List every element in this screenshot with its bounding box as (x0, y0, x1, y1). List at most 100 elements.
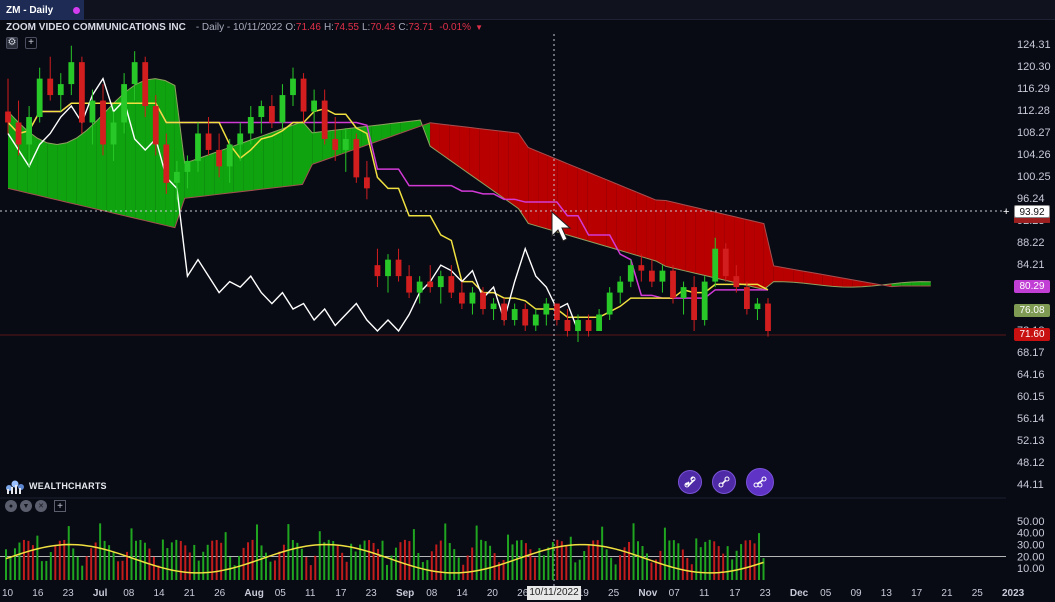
link-tool-icon[interactable] (678, 470, 702, 494)
bear-candle (733, 276, 740, 288)
bull-candle (680, 287, 687, 299)
y-tick-label: 44.11 (1017, 479, 1044, 491)
bear-cloud-segment (763, 223, 774, 290)
x-tick-label: 13 (881, 588, 893, 599)
bear-candle (480, 292, 486, 310)
bear-candle (722, 248, 729, 277)
y-tick-label: 120.30 (1017, 61, 1051, 73)
bull-cloud-segment (263, 132, 274, 190)
crosshair-add-alert-icon[interactable]: + (1003, 207, 1009, 218)
volume-tick-label: 10.00 (1017, 563, 1045, 575)
bull-cloud-segment (243, 139, 254, 192)
x-tick-label: 2023 (1002, 588, 1025, 599)
bear-candle (765, 303, 771, 331)
bear-cloud-segment (675, 202, 686, 271)
bear-candle (670, 270, 676, 299)
bear-cloud-segment (508, 132, 519, 209)
bull-candle (121, 84, 128, 123)
bull-candle (57, 84, 64, 96)
bear-cloud-segment (685, 205, 696, 274)
x-tick-label: 14 (457, 588, 469, 599)
tenkan-price-tag: 76.08 (1014, 304, 1050, 317)
bear-cloud-segment (469, 127, 480, 181)
bear-candle (522, 309, 529, 326)
bear-candle (363, 177, 370, 189)
link-alt-tool-icon[interactable] (712, 470, 736, 494)
bear-candle (152, 106, 159, 145)
kijun-price-tag: 80.29 (1014, 280, 1050, 293)
y-tick-label: 68.17 (1017, 347, 1045, 359)
chevron-down-icon[interactable]: ▼ (20, 500, 32, 512)
bull-candle (131, 62, 138, 85)
bull-cloud-segment (273, 128, 283, 188)
bear-candle (458, 292, 465, 304)
add-indicator-button[interactable]: + (54, 500, 66, 512)
bull-candle (596, 314, 603, 331)
bear-candle (47, 78, 54, 96)
bull-candle (68, 62, 75, 85)
bull-cloud-segment (86, 121, 97, 210)
bull-candle (311, 100, 318, 112)
bear-cloud-segment (783, 267, 794, 283)
bull-candle (385, 259, 391, 277)
bear-cloud-segment (646, 195, 656, 261)
y-tick-label: 100.25 (1017, 171, 1051, 183)
volume-indicator-controls: ● ▼ ✕ + (5, 500, 66, 512)
y-tick-label: 56.14 (1017, 413, 1045, 425)
volume-tick-label: 40.00 (1017, 528, 1045, 540)
bear-candle (553, 303, 560, 321)
x-tick-label: 17 (335, 588, 347, 599)
bear-candle (638, 265, 645, 271)
bear-cloud-segment (459, 126, 470, 174)
wealthcharts-logo-icon (6, 480, 24, 494)
x-tick-label: 08 (426, 588, 438, 599)
bear-candle (15, 122, 22, 145)
bull-candle (617, 281, 624, 293)
x-tick-label: Dec (790, 588, 809, 599)
bear-candle (205, 133, 212, 150)
bear-candle (427, 281, 434, 288)
bear-candle (300, 78, 307, 112)
y-tick-label: 104.26 (1017, 149, 1051, 161)
bear-cloud-segment (498, 130, 509, 202)
bear-cloud-segment (528, 147, 539, 227)
bear-cloud-segment (430, 122, 440, 154)
bull-candle (712, 248, 719, 282)
bear-candle (395, 259, 402, 277)
bear-cloud-segment (489, 129, 499, 195)
bear-cloud-segment (626, 187, 637, 256)
y-tick-label: 48.12 (1017, 457, 1045, 469)
bull-candle (173, 171, 180, 183)
x-tick-label: 23 (760, 588, 772, 599)
x-tick-label: 10 (2, 588, 14, 599)
bull-candle (543, 303, 550, 315)
y-tick-label: 116.29 (1017, 83, 1050, 95)
eye-icon[interactable]: ● (5, 500, 17, 512)
crosshair-price-tag: 93.92 (1014, 205, 1050, 218)
bull-candle (226, 144, 233, 167)
x-tick-label: 08 (123, 588, 135, 599)
bear-candle (564, 320, 571, 331)
bear-candle (448, 276, 455, 293)
multi-link-tool-icon[interactable] (746, 468, 774, 496)
logo-text: WEALTHCHARTS (29, 481, 107, 491)
x-tick-label: 11 (305, 588, 316, 599)
y-tick-label: 88.22 (1017, 237, 1045, 249)
x-tick-label: 11 (699, 588, 710, 599)
bull-candle (532, 314, 539, 326)
x-tick-label: 07 (669, 588, 681, 599)
bear-cloud-segment (655, 200, 666, 267)
bull-candle (237, 133, 244, 145)
x-tick-label: 05 (820, 588, 832, 599)
bull-cloud-segment (312, 131, 323, 165)
bull-candle (659, 270, 666, 282)
bull-candle (754, 303, 761, 310)
bear-candle (268, 106, 275, 123)
price-chart[interactable]: 124.31 120.30 116.29 112.28 108.27 104.26 100.… (0, 0, 1055, 602)
bull-candle (26, 117, 33, 145)
bull-candle (437, 276, 444, 288)
close-icon[interactable]: ✕ (35, 500, 47, 512)
bear-candle (691, 287, 698, 321)
bull-candle (290, 78, 296, 96)
x-tick-label: Aug (244, 588, 263, 599)
